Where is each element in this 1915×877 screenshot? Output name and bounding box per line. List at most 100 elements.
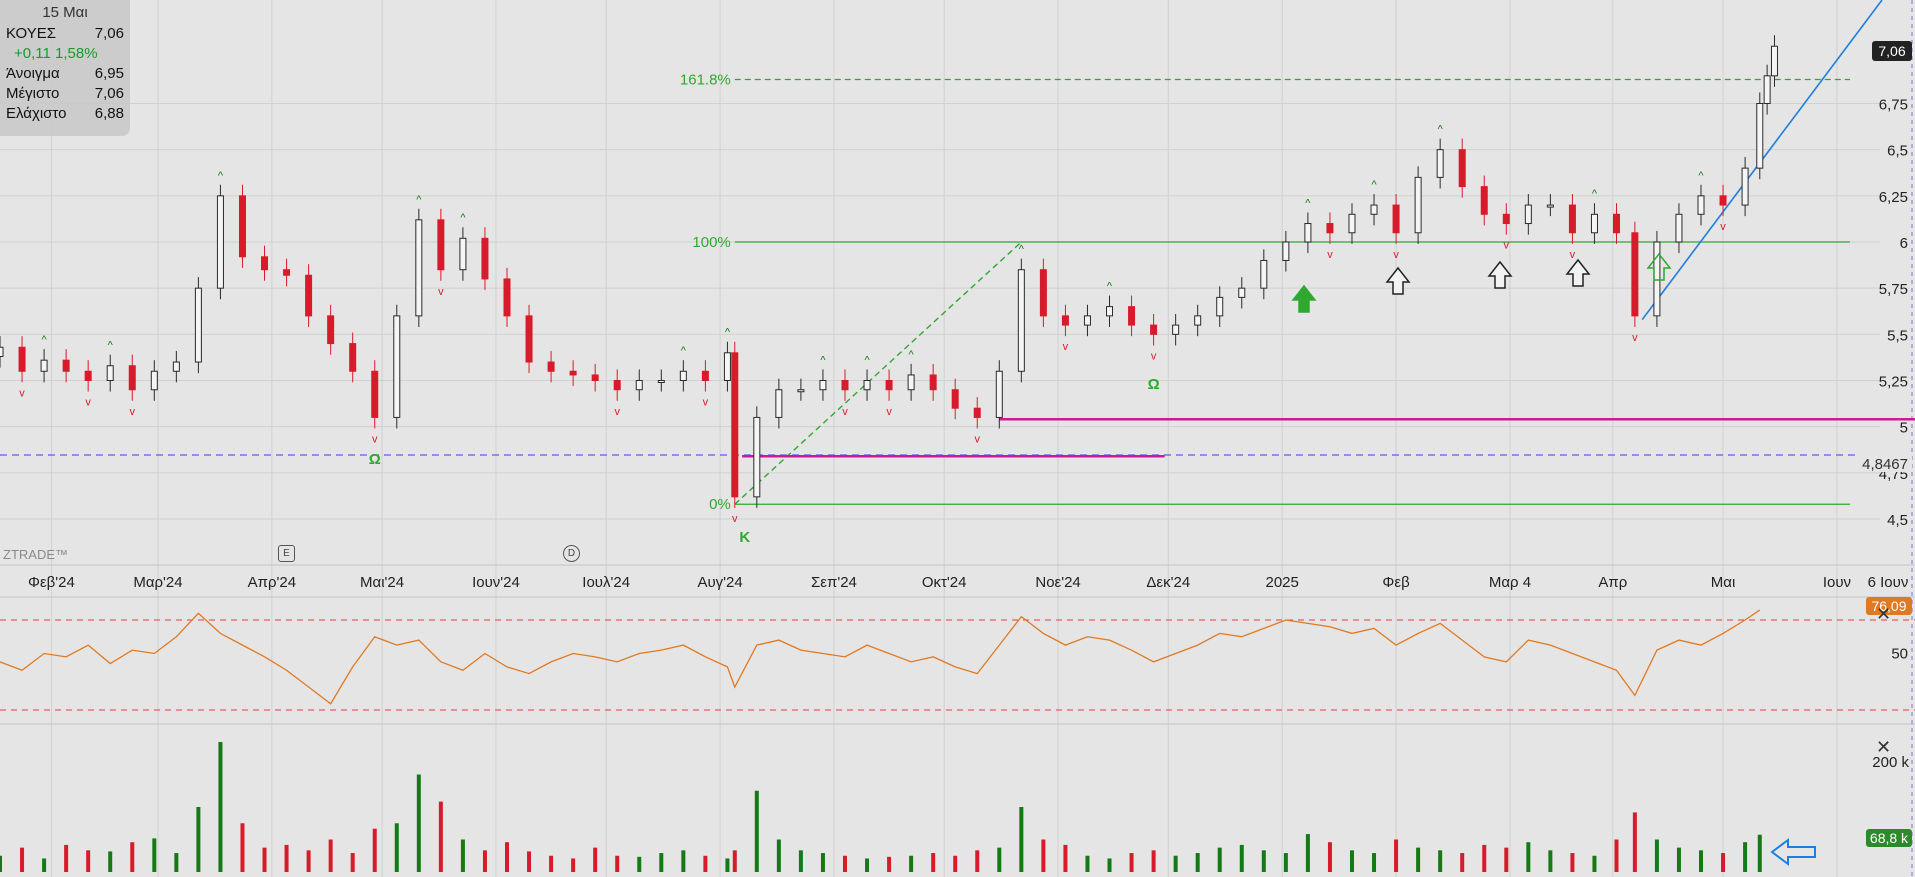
candle-body	[797, 389, 805, 393]
candle-body	[753, 416, 761, 498]
volume-bar	[0, 855, 2, 872]
swing-high-marker: ^	[681, 345, 687, 357]
candle-body	[929, 374, 937, 391]
swing-high-marker: ^	[108, 340, 114, 352]
candle-body	[1238, 287, 1246, 298]
candle-body	[1741, 167, 1749, 206]
volume-bar	[820, 853, 825, 872]
candle-body	[819, 380, 827, 391]
volume-bar	[262, 847, 267, 872]
volume-bar	[1327, 842, 1332, 872]
omega-pattern-label: Ω	[1148, 376, 1160, 393]
watermark: ZTRADE™	[3, 547, 68, 562]
candle-body	[951, 389, 959, 409]
swing-low-marker: v	[974, 434, 980, 446]
candle-body	[371, 370, 379, 418]
info-change: +0,11 1,58%	[14, 45, 98, 62]
swing-low-marker: v	[438, 286, 444, 298]
volume-bar	[975, 850, 980, 872]
candle-body	[18, 346, 26, 372]
volume-bar	[1394, 839, 1399, 872]
candle-body	[1524, 204, 1532, 225]
fib-swing-line	[734, 241, 1022, 505]
volume-bar	[20, 847, 25, 872]
volume-bar	[152, 838, 157, 872]
price-tick-label: 6	[1900, 235, 1908, 252]
chart: 161.8%100%0%v^v^v^v^v^v^v^v^v^v^v^v^v^v^…	[0, 0, 1915, 877]
candle-body	[437, 219, 445, 271]
volume-bar	[1107, 858, 1112, 872]
axes: 6,756,56,2565,755,55,2554,754,5Φεβ'24 Μαρ…	[3, 41, 1912, 591]
volume-bar	[1526, 842, 1531, 872]
earnings-event-icon[interactable]: E	[278, 545, 295, 562]
rsi-close-icon[interactable]: ✕	[1876, 604, 1891, 625]
last-price-label: 7,06	[1878, 43, 1905, 59]
info-low-label: Ελάχιστο	[6, 105, 67, 122]
volume-bar	[1482, 844, 1487, 872]
swing-low-marker: v	[1327, 249, 1333, 261]
swing-low-marker: v	[1720, 221, 1726, 233]
swing-low-marker: v	[732, 513, 738, 525]
swing-high-marker: ^	[725, 327, 731, 339]
swing-low-marker: v	[19, 387, 25, 399]
volume-bar	[1085, 855, 1090, 872]
info-open: 6,95	[94, 65, 124, 82]
volume-bar	[306, 850, 311, 872]
white-up-arrow-icon	[1565, 258, 1591, 287]
swing-low-marker: v	[886, 406, 892, 418]
fib-label: 0%	[709, 496, 731, 513]
volume-bar	[776, 839, 781, 872]
swing-high-marker: ^	[1438, 124, 1444, 136]
volume-bar	[1460, 853, 1465, 872]
price-tick-label: 5,25	[1879, 374, 1908, 391]
volume-bar	[865, 858, 870, 872]
price-tick-label: 4,5	[1887, 512, 1908, 529]
volume-bar	[438, 801, 443, 872]
candle-body	[547, 361, 555, 372]
dividend-event-icon[interactable]: D	[563, 545, 580, 562]
volume-bar	[887, 856, 892, 872]
volume-bar	[1743, 842, 1748, 872]
volume-bar	[1654, 839, 1659, 872]
time-tick-label: Ιουν'24	[472, 574, 520, 591]
volume-bar	[394, 823, 399, 872]
candle-body	[1675, 213, 1683, 243]
volume-bar	[997, 847, 1002, 872]
volume-bar	[1548, 850, 1553, 872]
volume-bar	[1416, 847, 1421, 872]
volume-bar	[350, 853, 355, 872]
time-tick-label: Δεκ'24	[1146, 574, 1190, 591]
volume-bar	[571, 858, 576, 872]
volume-bar	[372, 828, 377, 872]
volume-scale-label: 200 k	[1872, 754, 1909, 771]
candle-body	[679, 370, 687, 381]
time-tick-label: 2025	[1265, 574, 1298, 591]
volume-bar	[1173, 855, 1178, 872]
volume-bar	[659, 853, 664, 872]
candle-body	[1326, 223, 1334, 234]
candle-body	[238, 195, 246, 258]
rsi-mid-label: 50	[1891, 646, 1908, 663]
candle-body	[1392, 204, 1400, 234]
candle-body	[591, 374, 599, 381]
candle-body	[194, 287, 202, 363]
swing-low-marker: v	[85, 397, 91, 409]
volume-bar	[482, 850, 487, 872]
candle-body	[1414, 176, 1422, 234]
volume-bar	[549, 855, 554, 872]
candle-body	[62, 359, 70, 372]
candle-body	[1546, 204, 1554, 208]
time-tick-label: Αυγ'24	[697, 574, 742, 591]
volume-bar	[931, 853, 936, 872]
candle-body	[723, 352, 731, 381]
candle-body	[1172, 324, 1180, 335]
candle-body	[1458, 149, 1466, 188]
candle-body	[907, 374, 915, 391]
swing-low-marker: v	[1570, 249, 1576, 261]
candle-body	[327, 315, 335, 345]
candle-body	[415, 219, 423, 317]
candle-body	[885, 380, 893, 391]
volume-bar	[953, 855, 958, 872]
swing-high-marker: ^	[460, 212, 466, 224]
candle-body	[1282, 241, 1290, 261]
